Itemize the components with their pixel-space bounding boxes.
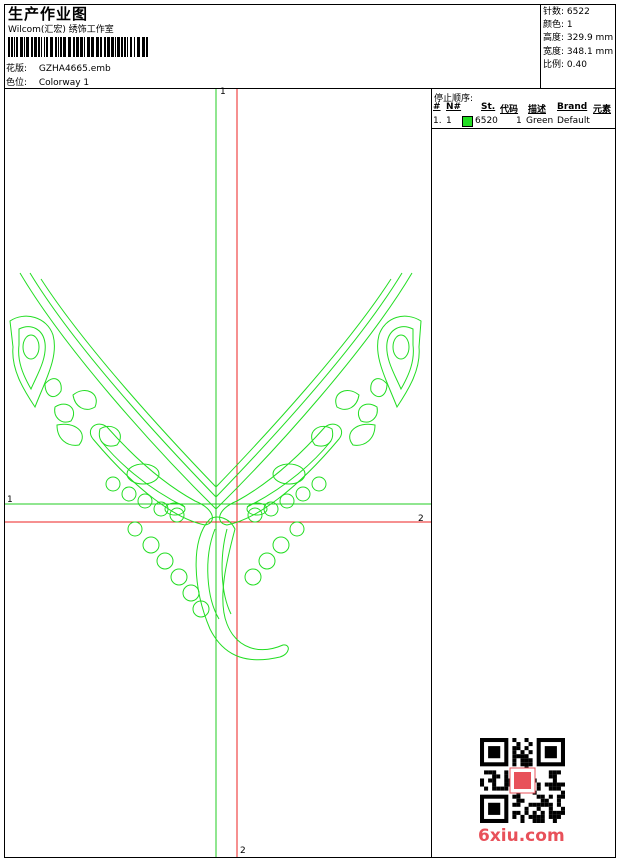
axis-label-h-red: 2 bbox=[418, 514, 424, 524]
table-row[interactable]: 1. 1 6520 1 Green Default bbox=[432, 116, 616, 128]
col-element: 元素 bbox=[593, 105, 612, 115]
stat-colors: 颜色: 1 bbox=[543, 20, 573, 31]
design-value: GZHA4665.emb bbox=[38, 64, 111, 74]
stats-block: 针数: 6522 颜色: 1 高度: 329.9 mm 宽度: 348.1 mm… bbox=[543, 6, 613, 72]
colorway-label: 色位: bbox=[6, 78, 28, 88]
col-stitches: St. bbox=[481, 102, 496, 112]
col-index: # bbox=[433, 102, 441, 112]
barcode-icon bbox=[8, 37, 148, 57]
stats-divider bbox=[540, 4, 541, 89]
watermark-logo: 6xiu.com bbox=[478, 826, 565, 846]
table-bottom-line bbox=[431, 128, 616, 129]
stat-stitches: 针数: 6522 bbox=[543, 7, 590, 17]
studio-name: Wilcom(汇宏) 绣饰工作室 bbox=[8, 25, 114, 35]
col-desc: 描述 bbox=[528, 105, 547, 115]
qr-code-icon bbox=[480, 738, 565, 823]
col-brand: Brand bbox=[557, 102, 588, 112]
design-label: 花版: bbox=[6, 64, 28, 74]
color-swatch bbox=[462, 116, 473, 127]
axis-label-h-green: 1 bbox=[7, 495, 13, 505]
stat-width: 宽度: 348.1 mm bbox=[543, 46, 614, 57]
stat-scale: 比例: 0.40 bbox=[543, 59, 587, 70]
colorway-value: Colorway 1 bbox=[38, 78, 90, 88]
page-title: 生产作业图 bbox=[8, 5, 89, 23]
axis-label-v-green: 1 bbox=[220, 87, 226, 97]
col-needle: N# bbox=[446, 102, 462, 112]
table-header: # N# St. 代码 描述 Brand 元素 bbox=[432, 102, 616, 115]
panel-divider bbox=[431, 89, 432, 858]
embroidery-design-canvas[interactable] bbox=[5, 89, 431, 857]
design-name-row: 花版: GZHA4665.emb bbox=[6, 61, 111, 74]
col-code: 代码 bbox=[500, 105, 519, 115]
stat-height: 高度: 329.9 mm bbox=[543, 33, 614, 44]
axis-label-v-red: 2 bbox=[240, 846, 246, 856]
colorway-row: 色位: Colorway 1 bbox=[6, 75, 89, 88]
